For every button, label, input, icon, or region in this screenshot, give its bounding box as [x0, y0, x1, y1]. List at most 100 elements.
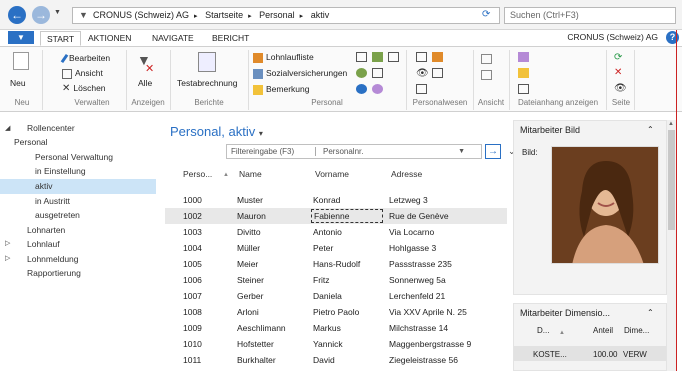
- nav-personal-verwaltung[interactable]: Personal Verwaltung: [0, 150, 156, 165]
- cell-adresse[interactable]: Passstrasse 235: [389, 256, 452, 272]
- nav-personal[interactable]: Personal: [0, 135, 156, 150]
- doc-icon[interactable]: [432, 68, 443, 78]
- testabrechnung-button[interactable]: Testabrechnung: [177, 78, 238, 88]
- link-icon[interactable]: [518, 84, 529, 94]
- table-row[interactable]: 1009 Aeschlimann Markus Milchstrasse 14: [165, 320, 507, 336]
- cell-vorname[interactable]: Antonio: [313, 224, 342, 240]
- breadcrumb-startseite[interactable]: Startseite: [205, 10, 243, 20]
- loeschen-button[interactable]: ✕ Löschen: [62, 83, 106, 94]
- table-row[interactable]: 1004 Müller Peter Hohlgasse 3: [165, 240, 507, 256]
- nav-rapportierung[interactable]: Rapportierung: [0, 266, 156, 281]
- cell-adresse[interactable]: Rue de Genève: [389, 208, 449, 224]
- nav-lohnarten[interactable]: Lohnarten: [0, 223, 156, 238]
- cell-adresse[interactable]: Letzweg 3: [389, 192, 428, 208]
- cell-vorname[interactable]: David: [313, 352, 335, 368]
- filter-input[interactable]: Filtereingabe (F3) Personalnr. ▼: [226, 144, 482, 159]
- nav-ausgetreten[interactable]: ausgetreten: [0, 208, 156, 223]
- cell-name[interactable]: Burkhalter: [237, 352, 276, 368]
- breadcrumb-company[interactable]: CRONUS (Schweiz) AG: [93, 10, 189, 20]
- group-icon[interactable]: [356, 68, 367, 78]
- nav-in-einstellung[interactable]: in Einstellung: [0, 164, 156, 179]
- cell-personalnr[interactable]: 1010: [183, 336, 202, 352]
- cell-name[interactable]: Hofstetter: [237, 336, 274, 352]
- address-bar[interactable]: CRONUS (Schweiz) AG ▸ Startseite ▸ Persona…: [72, 7, 500, 24]
- cell-adresse[interactable]: Maggenbergstrasse 9: [389, 336, 471, 352]
- dim-col-header-code[interactable]: D...: [537, 326, 549, 335]
- table-row[interactable]: 1000 Muster Konrad Letzweg 3: [165, 192, 507, 208]
- alle-button[interactable]: Alle: [138, 78, 152, 88]
- dim-cell-code[interactable]: KOSTE...: [533, 350, 567, 359]
- cell-name[interactable]: Müller: [237, 240, 260, 256]
- user-icon[interactable]: [356, 84, 367, 94]
- dim-col-header-dimension[interactable]: Dime...: [624, 326, 649, 335]
- collapse-icon[interactable]: ◢: [5, 124, 10, 132]
- table-row[interactable]: 1007 Gerber Daniela Lerchenfeld 21: [165, 288, 507, 304]
- tab-start[interactable]: START: [40, 31, 82, 46]
- absence-icon[interactable]: [432, 52, 443, 62]
- settings-icon[interactable]: [372, 84, 383, 94]
- cell-personalnr[interactable]: 1000: [183, 192, 202, 208]
- nav-rollencenter[interactable]: Rollencenter: [0, 121, 156, 136]
- dim-cell-dimension[interactable]: VERW: [623, 350, 647, 359]
- lohnlaufliste-button[interactable]: Lohnlaufliste: [253, 52, 314, 63]
- cell-name[interactable]: Steiner: [237, 272, 264, 288]
- cell-adresse[interactable]: Milchstrasse 14: [389, 320, 448, 336]
- cell-adresse[interactable]: Ziegeleistrasse 56: [389, 352, 458, 368]
- search-input[interactable]: Suchen (Ctrl+F3): [504, 7, 676, 24]
- cell-name[interactable]: Gerber: [237, 288, 263, 304]
- nav-lohnlauf[interactable]: Lohnlauf: [0, 237, 156, 252]
- cell-personalnr[interactable]: 1006: [183, 272, 202, 288]
- col-header-personalnr[interactable]: Perso...: [183, 169, 212, 179]
- cell-personalnr[interactable]: 1007: [183, 288, 202, 304]
- cell-vorname[interactable]: Daniela: [313, 288, 342, 304]
- nav-lohnmeldung[interactable]: Lohnmeldung: [0, 252, 156, 267]
- cell-adresse[interactable]: Hohlgasse 3: [389, 240, 436, 256]
- back-button[interactable]: ←: [8, 6, 26, 24]
- ansicht-button[interactable]: Ansicht: [62, 68, 103, 79]
- dim-cell-anteil[interactable]: 100.00: [593, 350, 617, 359]
- col-header-vorname[interactable]: Vorname: [315, 169, 349, 179]
- cell-personalnr[interactable]: 1002: [183, 208, 202, 224]
- apply-filter-button[interactable]: →: [485, 144, 501, 159]
- forward-button[interactable]: →: [32, 6, 50, 24]
- bearbeiten-button[interactable]: Bearbeiten: [60, 53, 110, 64]
- sozialversicherungen-button[interactable]: Sozialversicherungen: [253, 68, 347, 79]
- cell-personalnr[interactable]: 1011: [183, 352, 201, 368]
- cell-vorname[interactable]: Fritz: [313, 272, 330, 288]
- table-row[interactable]: 1002 Mauron Fabienne Rue de Genève: [165, 208, 507, 224]
- grid-icon[interactable]: [388, 52, 399, 62]
- cell-vorname[interactable]: Peter: [313, 240, 333, 256]
- clear-filter-page-icon[interactable]: ✕: [614, 67, 622, 78]
- scroll-up-icon[interactable]: ▲: [668, 121, 674, 127]
- cell-vorname[interactable]: Fabienne: [311, 209, 383, 223]
- view-list-icon[interactable]: [481, 54, 492, 64]
- page-title-dropdown-icon[interactable]: ▾: [259, 129, 263, 138]
- table-row[interactable]: 1008 Arloni Pietro Paolo Via XXV Aprile N. …: [165, 304, 507, 320]
- history-dropdown-icon[interactable]: ▼: [54, 9, 61, 16]
- breadcrumb-aktiv[interactable]: aktiv: [311, 10, 330, 20]
- refresh-page-icon[interactable]: ⟳: [614, 52, 622, 63]
- table-row[interactable]: 1003 Divitto Antonio Via Locarno: [165, 224, 507, 240]
- nav-aktiv[interactable]: aktiv: [0, 179, 156, 194]
- nav-in-austritt[interactable]: in Austritt: [0, 194, 156, 209]
- col-header-adresse[interactable]: Adresse: [391, 169, 422, 179]
- filter-field-dropdown-icon[interactable]: ▼: [458, 145, 465, 158]
- cell-personalnr[interactable]: 1003: [183, 224, 202, 240]
- cell-personalnr[interactable]: 1009: [183, 320, 202, 336]
- cell-adresse[interactable]: Via XXV Aprile N. 25: [389, 304, 467, 320]
- cell-name[interactable]: Mauron: [237, 208, 266, 224]
- table-row[interactable]: 1005 Meier Hans-Rudolf Passstrasse 235: [165, 256, 507, 272]
- find-icon[interactable]: 👁: [614, 83, 627, 94]
- people-icon[interactable]: [372, 52, 383, 62]
- page-title[interactable]: Personal, aktiv ▾: [170, 124, 263, 139]
- cell-vorname[interactable]: Pietro Paolo: [313, 304, 359, 320]
- factbox2-title[interactable]: Mitarbeiter Dimensio...: [520, 308, 610, 318]
- cell-name[interactable]: Aeschlimann: [237, 320, 286, 336]
- cell-vorname[interactable]: Konrad: [313, 192, 340, 208]
- neu-button[interactable]: Neu: [10, 78, 26, 88]
- qualification-icon[interactable]: [416, 52, 427, 62]
- file-menu-button[interactable]: ▼: [8, 31, 34, 44]
- document-icon[interactable]: [372, 68, 383, 78]
- cell-vorname[interactable]: Markus: [313, 320, 341, 336]
- card-icon[interactable]: [416, 84, 427, 94]
